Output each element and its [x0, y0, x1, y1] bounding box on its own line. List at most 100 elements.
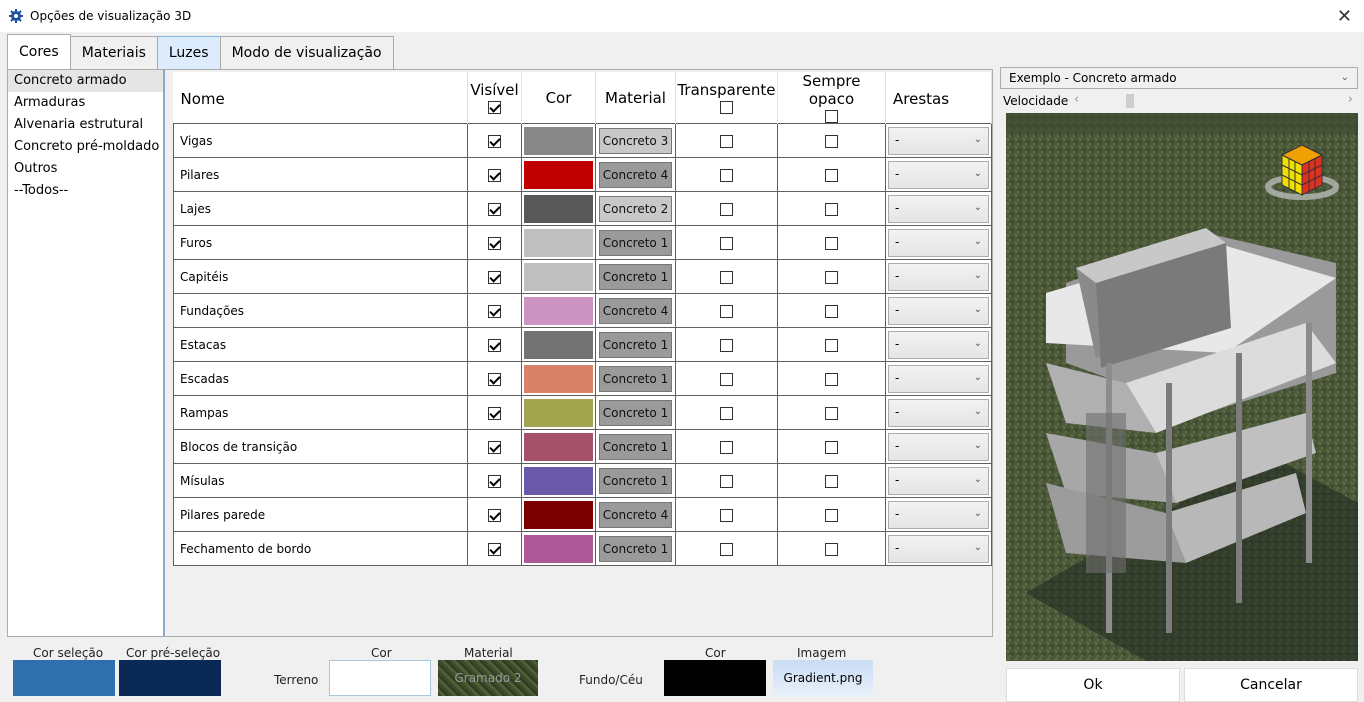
opaque-checkbox[interactable] [825, 202, 838, 216]
visible-checkbox[interactable] [488, 202, 501, 216]
opaque-checkbox[interactable] [825, 236, 838, 250]
color-swatch[interactable] [524, 262, 593, 291]
edges-select[interactable]: - ⌄ [888, 228, 989, 257]
tab-modo-visualizacao[interactable]: Modo de visualização [219, 36, 394, 70]
slider-thumb[interactable] [1126, 94, 1134, 108]
opaque-checkbox[interactable] [825, 508, 838, 522]
transparent-checkbox[interactable] [720, 338, 733, 352]
tab-cores[interactable]: Cores [7, 34, 71, 70]
category-item[interactable]: --Todos-- [8, 180, 163, 202]
visible-checkbox[interactable] [488, 134, 501, 148]
opaque-checkbox[interactable] [825, 406, 838, 420]
cancel-button[interactable]: Cancelar [1184, 668, 1358, 702]
category-item[interactable]: Concreto armado [8, 70, 163, 92]
category-item[interactable]: Outros [8, 158, 163, 180]
color-swatch[interactable] [524, 364, 593, 393]
3d-viewport[interactable] [1006, 113, 1358, 661]
material-button[interactable]: Concreto 1 [599, 331, 672, 358]
material-button[interactable]: Concreto 4 [599, 161, 672, 188]
material-button[interactable]: Concreto 1 [599, 365, 672, 392]
edges-select[interactable]: - ⌄ [888, 194, 989, 223]
visible-checkbox[interactable] [488, 474, 501, 488]
edges-select[interactable]: - ⌄ [888, 126, 989, 155]
transparent-checkbox[interactable] [720, 406, 733, 420]
tab-materiais[interactable]: Materiais [69, 36, 158, 70]
visible-checkbox[interactable] [488, 338, 501, 352]
visible-checkbox[interactable] [488, 304, 501, 318]
example-select[interactable]: Exemplo - Concreto armado ⌄ [1000, 67, 1358, 89]
terrain-color-swatch[interactable] [329, 660, 431, 696]
visible-checkbox[interactable] [488, 270, 501, 284]
color-swatch[interactable] [524, 126, 593, 155]
category-item[interactable]: Armaduras [8, 92, 163, 114]
sky-color-swatch[interactable] [664, 660, 766, 696]
close-icon[interactable]: ✕ [1337, 6, 1352, 27]
color-swatch[interactable] [524, 466, 593, 495]
material-button[interactable]: Concreto 1 [599, 535, 672, 562]
edges-select[interactable]: - ⌄ [888, 296, 989, 325]
opaque-checkbox[interactable] [825, 134, 838, 148]
edges-select[interactable]: - ⌄ [888, 500, 989, 529]
visible-checkbox[interactable] [488, 542, 501, 556]
sky-image-button[interactable]: Gradient.png [773, 660, 873, 696]
opaque-checkbox[interactable] [825, 304, 838, 318]
preselection-color-swatch[interactable] [119, 660, 221, 696]
color-swatch[interactable] [524, 194, 593, 223]
color-swatch[interactable] [524, 296, 593, 325]
opaque-checkbox[interactable] [825, 168, 838, 182]
color-swatch[interactable] [524, 398, 593, 427]
edges-select[interactable]: - ⌄ [888, 432, 989, 461]
transparent-checkbox[interactable] [720, 202, 733, 216]
transparent-checkbox[interactable] [720, 168, 733, 182]
visible-all-checkbox[interactable] [488, 101, 501, 114]
transparent-all-checkbox[interactable] [720, 101, 733, 114]
material-button[interactable]: Concreto 4 [599, 297, 672, 324]
category-item[interactable]: Alvenaria estrutural [8, 114, 163, 136]
material-button[interactable]: Concreto 1 [599, 229, 672, 256]
material-button[interactable]: Concreto 1 [599, 433, 672, 460]
color-swatch[interactable] [524, 228, 593, 257]
opaque-all-checkbox[interactable] [825, 110, 838, 123]
chevron-left-icon[interactable]: ‹ [1074, 92, 1079, 107]
color-swatch[interactable] [524, 500, 593, 529]
edges-select[interactable]: - ⌄ [888, 262, 989, 291]
visible-checkbox[interactable] [488, 372, 501, 386]
edges-select[interactable]: - ⌄ [888, 160, 989, 189]
selection-color-swatch[interactable] [13, 660, 115, 696]
material-button[interactable]: Concreto 3 [599, 127, 672, 154]
material-button[interactable]: Concreto 1 [599, 467, 672, 494]
material-button[interactable]: Concreto 1 [599, 399, 672, 426]
material-button[interactable]: Concreto 1 [599, 263, 672, 290]
opaque-checkbox[interactable] [825, 474, 838, 488]
opaque-checkbox[interactable] [825, 542, 838, 556]
opaque-checkbox[interactable] [825, 270, 838, 284]
material-button[interactable]: Concreto 2 [599, 195, 672, 222]
transparent-checkbox[interactable] [720, 542, 733, 556]
edges-select[interactable]: - ⌄ [888, 364, 989, 393]
transparent-checkbox[interactable] [720, 134, 733, 148]
transparent-checkbox[interactable] [720, 440, 733, 454]
visible-checkbox[interactable] [488, 406, 501, 420]
opaque-checkbox[interactable] [825, 440, 838, 454]
speed-slider[interactable]: ‹ › [1070, 92, 1357, 110]
edges-select[interactable]: - ⌄ [888, 466, 989, 495]
tab-luzes[interactable]: Luzes [156, 36, 221, 70]
chevron-right-icon[interactable]: › [1348, 92, 1353, 107]
material-button[interactable]: Concreto 4 [599, 501, 672, 528]
color-swatch[interactable] [524, 330, 593, 359]
visible-checkbox[interactable] [488, 168, 501, 182]
transparent-checkbox[interactable] [720, 508, 733, 522]
transparent-checkbox[interactable] [720, 270, 733, 284]
visible-checkbox[interactable] [488, 440, 501, 454]
transparent-checkbox[interactable] [720, 304, 733, 318]
edges-select[interactable]: - ⌄ [888, 330, 989, 359]
color-swatch[interactable] [524, 534, 593, 563]
color-swatch[interactable] [524, 160, 593, 189]
opaque-checkbox[interactable] [825, 338, 838, 352]
color-swatch[interactable] [524, 432, 593, 461]
edges-select[interactable]: - ⌄ [888, 398, 989, 427]
terrain-material-button[interactable]: Gramado 2 [438, 660, 538, 696]
transparent-checkbox[interactable] [720, 236, 733, 250]
transparent-checkbox[interactable] [720, 474, 733, 488]
category-item[interactable]: Concreto pré-moldado [8, 136, 163, 158]
